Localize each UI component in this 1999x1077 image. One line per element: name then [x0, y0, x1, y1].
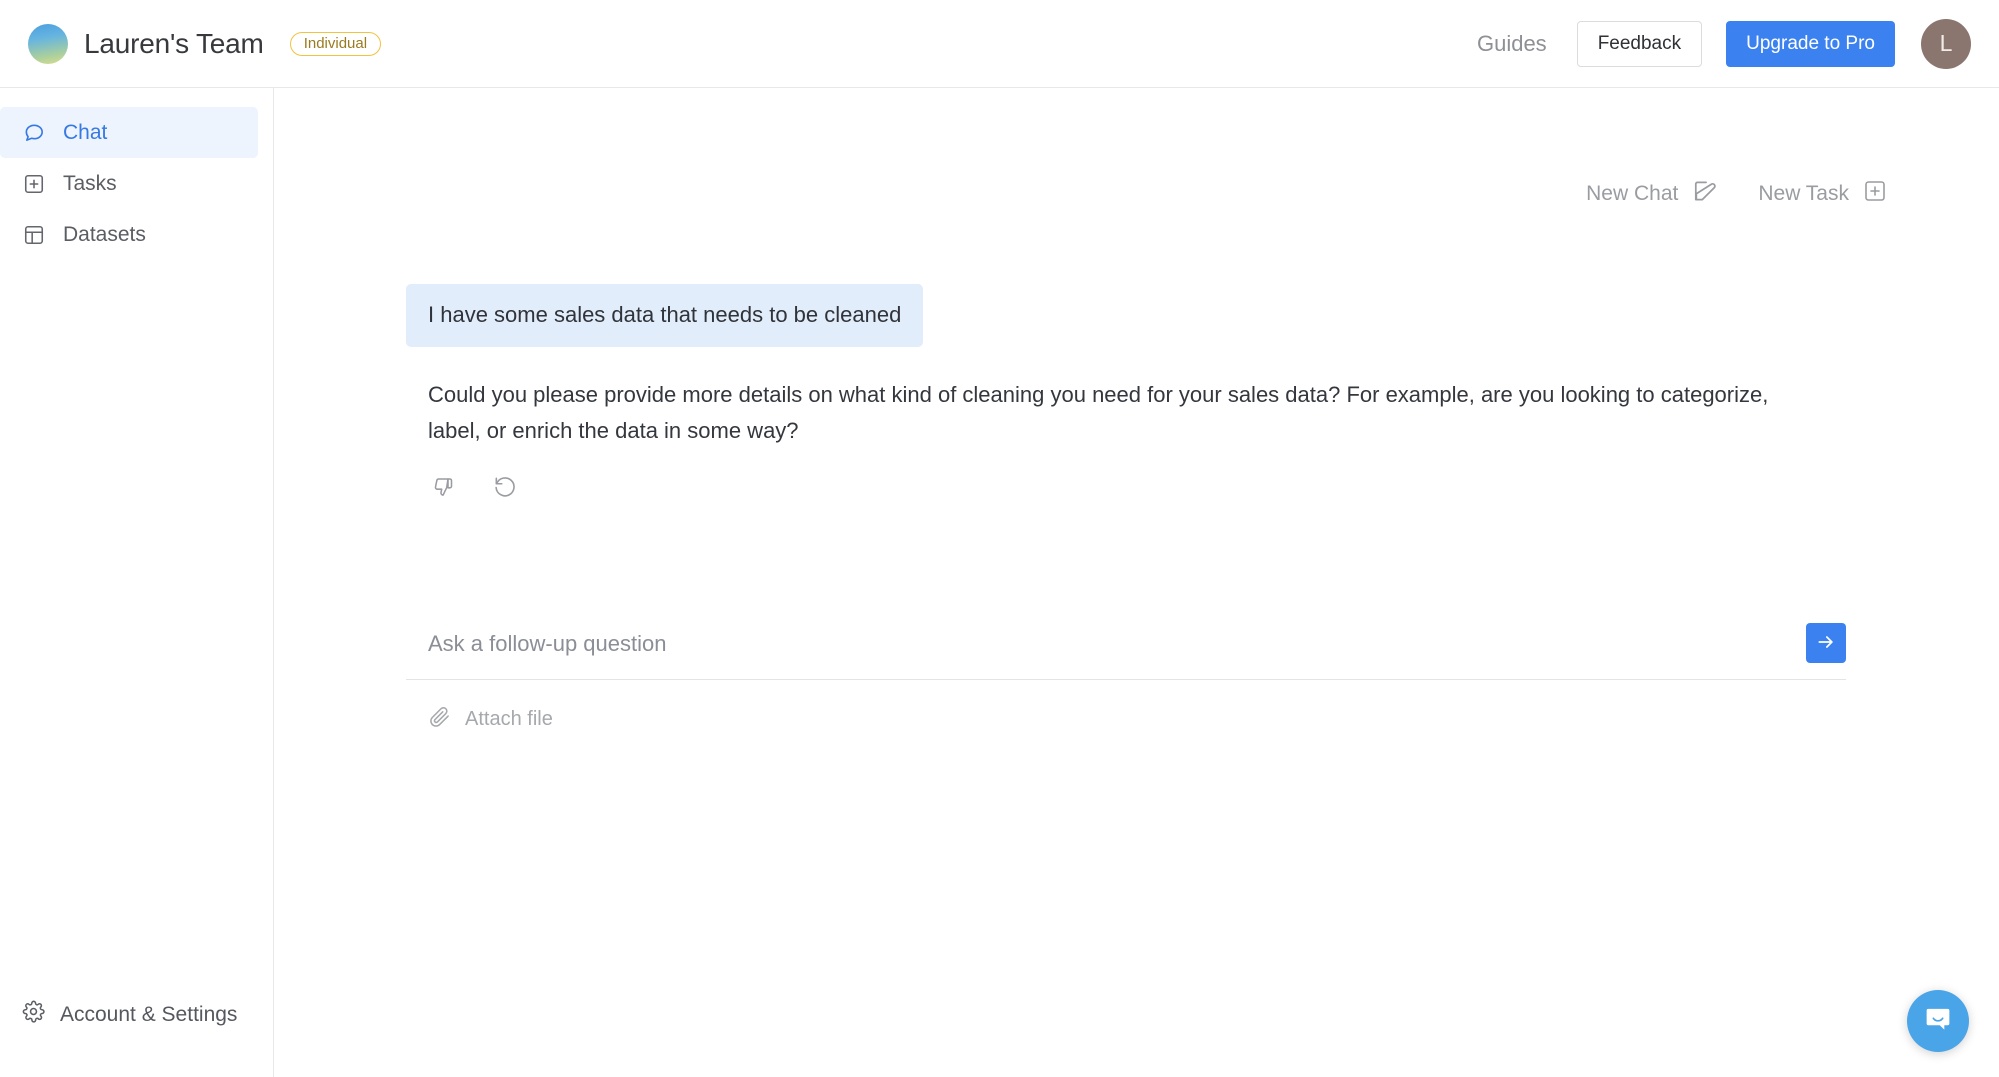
messenger-launcher-button[interactable] [1907, 990, 1969, 1052]
brand: Lauren's Team Individual [28, 23, 382, 64]
gear-icon [22, 1000, 45, 1029]
attach-file-label: Attach file [465, 708, 553, 730]
new-task-label: New Task [1758, 182, 1849, 205]
header-actions: Guides Feedback Upgrade to Pro L [1477, 18, 1999, 69]
send-button[interactable] [1806, 623, 1846, 663]
chat-thread: I have some sales data that needs to be … [406, 284, 1846, 503]
sidebar-item-label-datasets: Datasets [63, 222, 146, 246]
sidebar: Chat Tasks Datasets Account & Settings [0, 88, 274, 1077]
thumbs-down-icon[interactable] [428, 473, 458, 503]
upgrade-to-pro-button[interactable]: Upgrade to Pro [1726, 20, 1895, 67]
user-message-text: I have some sales data that needs to be … [406, 284, 924, 348]
arrow-right-icon [1816, 632, 1836, 655]
feedback-button[interactable]: Feedback [1576, 20, 1703, 67]
guides-link[interactable]: Guides [1477, 31, 1547, 57]
sidebar-nav: Chat Tasks Datasets [0, 88, 273, 260]
workspace-name: Lauren's Team [84, 27, 264, 59]
account-settings-button[interactable]: Account & Settings [0, 1000, 237, 1029]
plus-square-icon [1863, 179, 1887, 209]
attach-file-button[interactable]: Attach file [406, 705, 553, 734]
sidebar-item-datasets[interactable]: Datasets [0, 209, 258, 260]
chat-bubble-icon [22, 121, 46, 144]
message-tools [406, 473, 1846, 503]
paperclip-icon [428, 705, 451, 734]
follow-up-input[interactable] [406, 621, 1806, 665]
plan-badge: Individual [289, 31, 382, 56]
workspace-logo-icon [28, 23, 68, 64]
new-chat-label: New Chat [1586, 182, 1679, 205]
regenerate-icon[interactable] [490, 473, 520, 503]
avatar[interactable]: L [1921, 18, 1971, 69]
table-grid-icon [22, 224, 46, 246]
sidebar-item-chat[interactable]: Chat [0, 107, 258, 158]
chat-actions-bar: New Chat New Task [1586, 178, 1887, 210]
messenger-bubble-icon [1923, 1004, 1953, 1039]
app-header: Lauren's Team Individual Guides Feedback… [0, 0, 1999, 88]
main-content: New Chat New Task I have some sales data [275, 88, 1999, 1077]
user-message: I have some sales data that needs to be … [406, 284, 1846, 348]
assistant-message-text: Could you please provide more details on… [428, 382, 1769, 444]
sidebar-item-tasks[interactable]: Tasks [0, 158, 258, 209]
sidebar-item-label-tasks: Tasks [63, 171, 117, 195]
plus-square-icon [22, 173, 46, 195]
composer-row [406, 621, 1846, 680]
new-task-button[interactable]: New Task [1758, 179, 1887, 209]
account-settings-label: Account & Settings [60, 1002, 238, 1026]
pencil-square-icon [1692, 178, 1718, 210]
composer: Attach file [406, 621, 1846, 734]
new-chat-button[interactable]: New Chat [1586, 178, 1718, 210]
sidebar-item-label-chat: Chat [63, 120, 108, 144]
